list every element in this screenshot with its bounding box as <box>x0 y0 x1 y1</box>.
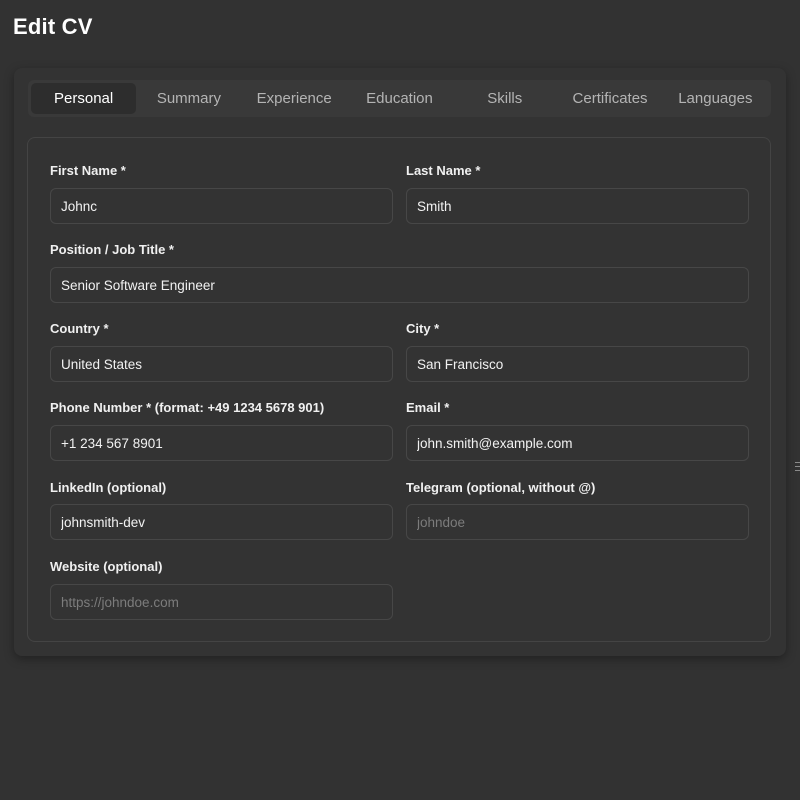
first-name-label: First Name * <box>50 163 126 178</box>
tab-bar: Personal Summary Experience Education Sk… <box>28 80 771 117</box>
tab-experience[interactable]: Experience <box>242 83 347 114</box>
last-name-input[interactable] <box>406 188 749 224</box>
website-input[interactable] <box>50 584 393 620</box>
position-label: Position / Job Title * <box>50 242 174 257</box>
tab-certificates[interactable]: Certificates <box>557 83 662 114</box>
tab-education[interactable]: Education <box>347 83 452 114</box>
country-input[interactable] <box>50 346 393 382</box>
city-label: City * <box>406 321 440 336</box>
page-title: Edit CV <box>13 14 93 39</box>
telegram-label: Telegram (optional, without @) <box>406 480 596 495</box>
linkedin-label: LinkedIn (optional) <box>50 480 167 495</box>
tab-summary[interactable]: Summary <box>136 83 241 114</box>
phone-input[interactable] <box>50 425 393 461</box>
tab-skills[interactable]: Skills <box>452 83 557 114</box>
tab-personal[interactable]: Personal <box>31 83 137 114</box>
country-label: Country * <box>50 321 109 336</box>
telegram-input[interactable] <box>406 504 749 540</box>
first-name-input[interactable] <box>50 188 393 224</box>
phone-label: Phone Number * (format: +49 1234 5678 90… <box>50 400 325 415</box>
resize-handle-icon[interactable] <box>795 462 800 471</box>
website-label: Website (optional) <box>50 559 163 574</box>
tab-languages[interactable]: Languages <box>663 83 768 114</box>
email-input[interactable] <box>406 425 749 461</box>
linkedin-input[interactable] <box>50 504 393 540</box>
position-input[interactable] <box>50 267 749 303</box>
city-input[interactable] <box>406 346 749 382</box>
last-name-label: Last Name * <box>406 163 481 178</box>
email-label: Email * <box>406 400 450 415</box>
